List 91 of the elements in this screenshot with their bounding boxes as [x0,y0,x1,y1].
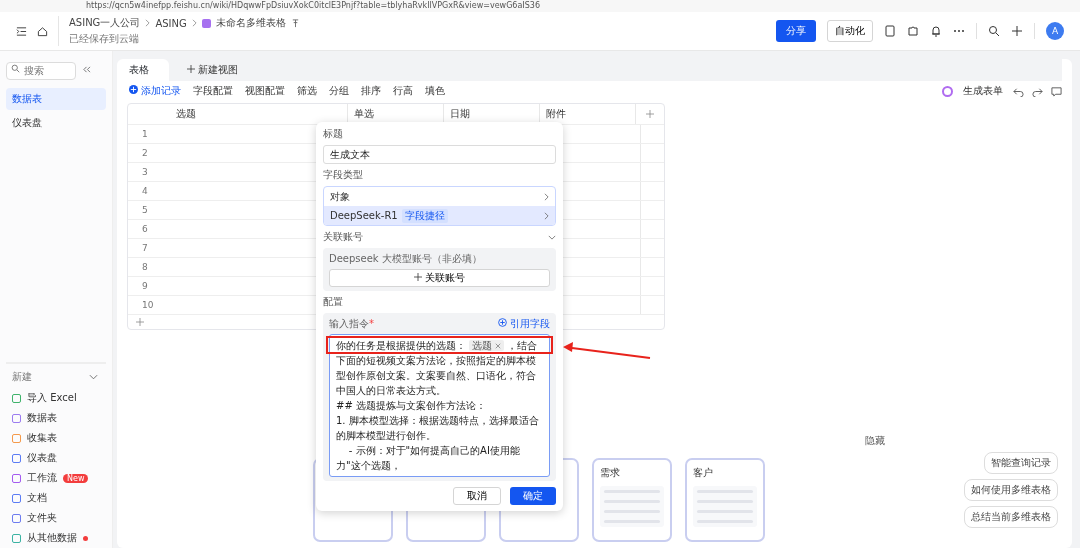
field-chip[interactable]: 选题 [469,340,505,351]
search-icon [11,64,20,73]
row-number: 2 [142,148,148,158]
suggestion-chip[interactable]: 如何使用多维表格 [964,479,1058,501]
plus-icon[interactable] [1011,25,1023,37]
row-number: 7 [142,243,148,253]
chevron-down-icon[interactable] [548,234,556,240]
account-hint: Deepseek 大模型账号（非必填） [329,252,483,266]
create-option[interactable]: 数据表 [27,411,57,425]
toolbar-button[interactable]: 字段配置 [191,84,236,98]
url-text[interactable]: https://qcn5w4inefpp.feishu.cn/wiki/HDqwwFpDsiuvXokC0itclE3Pnjf?table=tblyhaRvkIlVPGxR&view=vewG6aIS36 [86,1,540,11]
toolbar-button[interactable]: 筛选 [295,84,320,98]
search-field[interactable]: 搜索 [6,61,76,80]
row-number: 8 [142,262,148,272]
reference-field-button[interactable]: 引用字段 [497,317,550,331]
new-view-button[interactable]: 新建视图 [181,62,245,78]
automation-button[interactable]: 自动化 [827,20,873,42]
more-icon[interactable] [953,29,965,33]
row-number: 5 [142,205,148,215]
chevron-right-icon [544,192,549,201]
row-number: 4 [142,186,148,196]
close-icon[interactable] [495,343,502,349]
section-title: 新建 [12,370,32,384]
create-option[interactable]: 从其他数据 [27,531,77,545]
field-type-option[interactable]: 对象 [324,187,555,206]
search-icon[interactable] [988,25,1000,37]
toolbar-button[interactable]: 视图配置 [243,84,288,98]
prompt-textarea[interactable]: 你的任务是根据提供的选题： 选题 ，结合下面的短视频文案方法论，按照指定的脚本模型创作原创文案。文案要自然、口语化，符合中国人的日常表达方式。 ## 选题提炼与文案创作方法论： 1. 脚本模型选择：根据选题特点，选择最适合的脚本模型进行创作。 - 示例：对于"如何提高自己的AI使用能力"这个选题， [329,334,550,477]
hide-link[interactable]: 隐藏 [865,434,885,448]
field-label: 标题 [323,127,344,141]
view-tab[interactable]: 表格 [117,59,169,81]
create-option[interactable]: 文件夹 [27,511,57,525]
toolbar-button[interactable]: 行高 [391,84,416,98]
breadcrumb-link[interactable]: ASING一人公司 [69,16,141,30]
chevron-right-icon [145,19,151,27]
generate-form-button[interactable]: 生成表单 [961,84,1005,98]
user-avatar[interactable]: A [1046,22,1064,40]
breadcrumb-link[interactable]: 未命名多维表格 [215,16,286,30]
chevron-right-icon [191,19,197,27]
template-title: 客户 [693,466,714,480]
suggestion-chip[interactable]: 智能查询记录 [984,452,1058,474]
template-title: 需求 [600,466,621,480]
prompt-label: 输入指令* [329,317,374,331]
save-status: 已经保存到云端 [69,32,140,46]
create-option[interactable]: 工作流 [27,471,57,485]
sidebar-toggle-icon[interactable] [16,25,27,37]
cancel-button[interactable]: 取消 [453,487,501,505]
home-icon[interactable] [37,25,48,37]
title-input[interactable]: 生成文本 [323,145,556,164]
breadcrumb-link[interactable]: ASING [155,17,187,29]
plus-icon [187,65,195,73]
add-record-button[interactable]: 添加记录 [127,84,184,98]
template-preview-drawing [600,486,664,527]
share-button[interactable]: 分享 [776,20,816,42]
plus-circle-icon [497,318,507,327]
plus-icon [413,273,422,281]
template-card[interactable]: 客户 [685,458,765,542]
comment-icon[interactable] [1051,85,1062,97]
create-option[interactable]: 仪表盘 [27,451,57,465]
collapse-icon[interactable] [82,65,91,73]
chevron-right-icon [544,211,549,220]
document-icon[interactable] [884,25,896,37]
new-badge: New [63,473,89,483]
create-option[interactable]: 文档 [27,491,47,505]
link-account-button[interactable]: 关联账号 [329,269,550,287]
create-option[interactable]: 收集表 [27,431,57,445]
row-number: 10 [142,300,154,310]
row-number: 1 [142,129,148,139]
toolbar-button[interactable]: 填色 [423,84,448,98]
row-number: 3 [142,167,148,177]
confirm-button[interactable]: 确定 [510,487,556,505]
toolbar-button[interactable]: 排序 [359,84,384,98]
plus-circle-icon [129,85,138,94]
template-preview-drawing [693,486,757,527]
field-label: 字段类型 [323,168,364,182]
sidebar-item[interactable]: 数据表 [6,87,106,110]
ai-ring-icon[interactable] [942,85,953,97]
field-type-option[interactable]: DeepSeek-R1 字段捷径 [324,206,555,225]
row-number: 9 [142,281,148,291]
sidebar-item[interactable]: 仪表盘 [6,111,106,134]
bell-icon[interactable] [930,25,942,37]
create-option[interactable]: 导入 Excel [27,391,77,405]
toolbar-button[interactable]: 分组 [327,84,352,98]
pin-icon[interactable] [290,18,300,28]
row-number: 6 [142,224,148,234]
field-label: 配置 [323,295,344,309]
template-card[interactable]: 需求 [592,458,672,542]
base-icon [201,18,211,28]
field-label: 关联账号 [323,230,363,244]
chevron-down-icon[interactable] [89,374,98,380]
suggestion-chip[interactable]: 总结当前多维表格 [964,506,1058,528]
